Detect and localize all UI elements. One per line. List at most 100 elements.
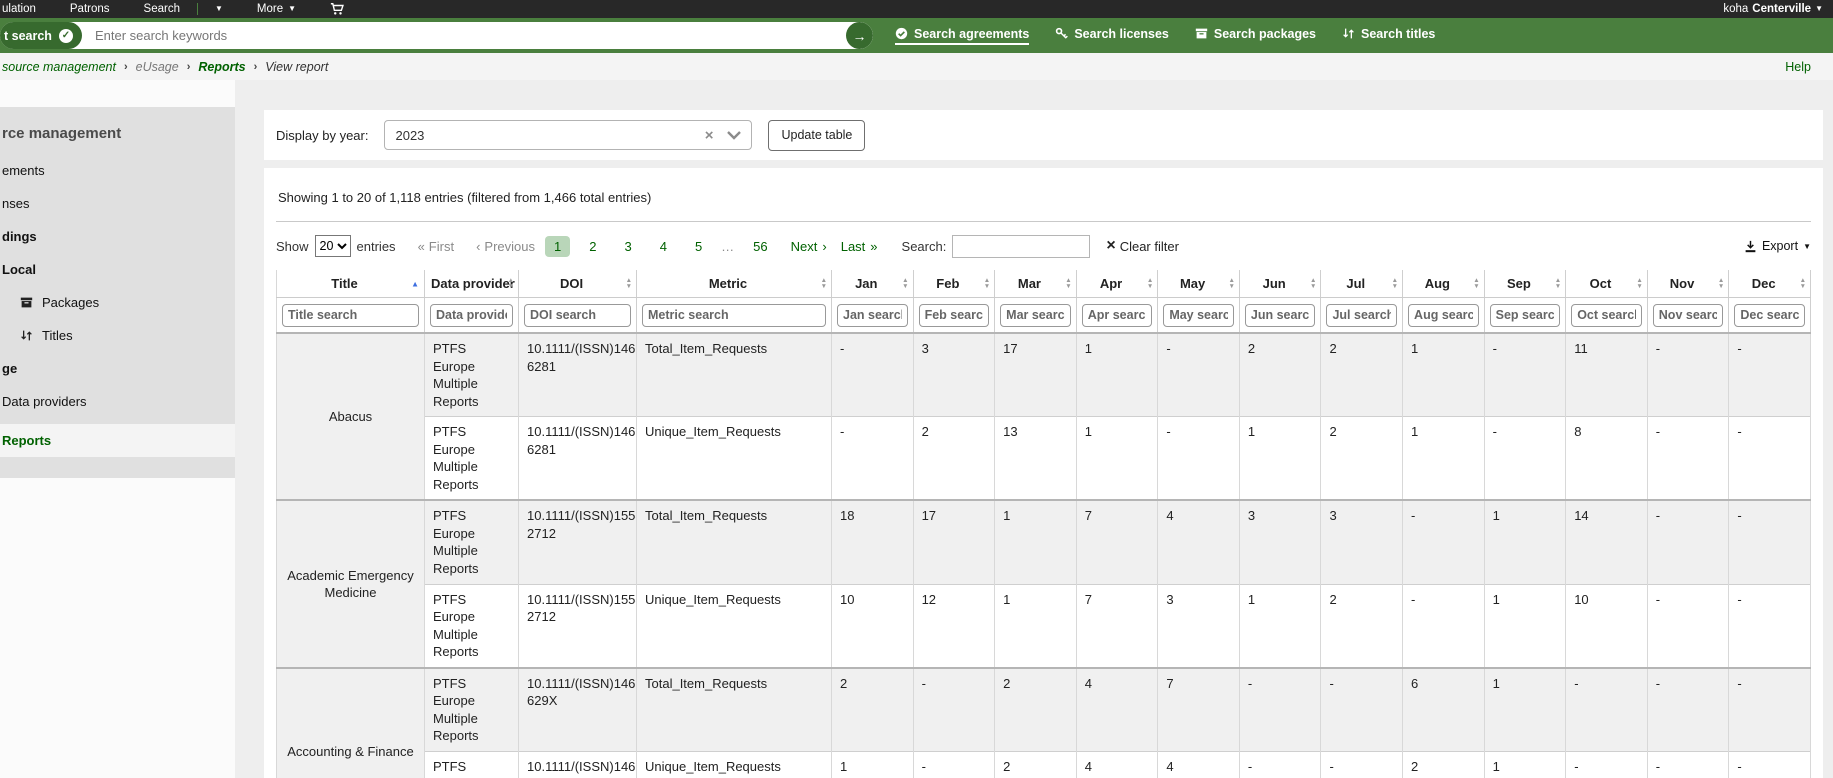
jan-filter-input[interactable] [837, 304, 908, 327]
report-table: Title▲ Data provider▲▼ DOI▲▼ Metric ▲▼ Ja… [276, 270, 1811, 778]
column-header-nov-label: Nov [1670, 276, 1695, 291]
breadcrumb-reports[interactable]: Reports [198, 60, 245, 74]
table-row: Academic Emergency Medicine PTFS Europe … [277, 500, 1811, 584]
column-header-metric[interactable]: Metric ▲▼ [637, 270, 832, 298]
column-header-title[interactable]: Title▲ [277, 270, 425, 298]
sort-icons: ▲▼ [902, 278, 908, 290]
column-header-data-provider[interactable]: Data provider▲▼ [425, 270, 519, 298]
column-header-may[interactable]: May▲▼ [1158, 270, 1240, 298]
chevron-down-icon[interactable] [727, 131, 741, 140]
doi-filter-input[interactable] [524, 304, 631, 327]
nav-item-more[interactable]: More▼ [240, 3, 313, 15]
sidebar-item-packages[interactable]: Packages [0, 286, 235, 319]
jul-filter-input[interactable] [1326, 304, 1397, 327]
oct-filter-input[interactable] [1571, 304, 1642, 327]
search-scope-toggle[interactable]: t search ✓ [0, 22, 82, 49]
cart-button[interactable] [313, 2, 361, 16]
export-button[interactable]: Export ▼ [1744, 239, 1811, 253]
data-provider-filter-input[interactable] [430, 304, 513, 327]
doi-cell: 10.1111/(ISSN)1467-629X [519, 668, 637, 752]
help-link[interactable]: Help [1785, 60, 1811, 74]
column-header-metric-label: Metric [709, 276, 747, 291]
nav-item-circulation[interactable]: ulation [0, 3, 53, 15]
double-chevron-left-icon: « [418, 239, 425, 254]
sort-icons: ▲▼ [821, 278, 827, 290]
column-header-jul[interactable]: Jul▲▼ [1321, 270, 1403, 298]
column-header-aug[interactable]: Aug▲▼ [1403, 270, 1485, 298]
sep-filter-input[interactable] [1490, 304, 1561, 327]
nov-filter-input[interactable] [1653, 304, 1724, 327]
pagination-page-2[interactable]: 2 [580, 236, 605, 257]
column-header-nov[interactable]: Nov▲▼ [1647, 270, 1729, 298]
pagination-last[interactable]: Last» [841, 239, 878, 254]
month-value-cell: - [1566, 751, 1648, 778]
nav-item-patrons[interactable]: Patrons [53, 3, 127, 15]
sort-alpha-icon [1342, 27, 1355, 40]
month-value-cell: 1 [1484, 500, 1566, 584]
search-agreements-link[interactable]: Search agreements [895, 27, 1029, 45]
dec-filter-input[interactable] [1734, 304, 1805, 327]
column-header-mar[interactable]: Mar▲▼ [995, 270, 1077, 298]
month-value-cell: - [1239, 668, 1321, 752]
breadcrumb-eresource-management[interactable]: source management [2, 60, 116, 74]
metric-filter-input[interactable] [642, 304, 826, 327]
pagination-page-56[interactable]: 56 [744, 236, 776, 257]
main-area: rce management ements nses dings Local P… [0, 80, 1833, 778]
month-value-cell: 2 [1403, 751, 1485, 778]
pagination-previous[interactable]: ‹Previous [476, 239, 535, 254]
may-filter-input[interactable] [1163, 304, 1234, 327]
column-header-jun[interactable]: Jun▲▼ [1239, 270, 1321, 298]
search-licenses-link[interactable]: Search licenses [1055, 27, 1169, 45]
column-header-jun-label: Jun [1263, 276, 1286, 291]
sidebar-item-local[interactable]: Local [0, 253, 235, 286]
aug-filter-input[interactable] [1408, 304, 1479, 327]
month-value-cell: 1 [1484, 751, 1566, 778]
month-value-cell: - [1647, 333, 1729, 417]
sidebar-item-eholdings[interactable]: dings [0, 220, 235, 253]
column-header-dec[interactable]: Dec▲▼ [1729, 270, 1811, 298]
sidebar-item-titles[interactable]: Titles [0, 319, 235, 352]
column-header-jan[interactable]: Jan▲▼ [832, 270, 914, 298]
search-dropdown-toggle[interactable]: ▼ [198, 5, 240, 13]
month-value-cell: 2 [1239, 333, 1321, 417]
pagination-page-1[interactable]: 1 [545, 236, 570, 257]
pagination-next[interactable]: Next› [791, 239, 827, 254]
mar-filter-input[interactable] [1000, 304, 1071, 327]
nav-item-search[interactable]: Search [127, 3, 197, 15]
search-submit-button[interactable]: → [846, 22, 873, 49]
pagination-page-3[interactable]: 3 [615, 236, 640, 257]
jun-filter-input[interactable] [1245, 304, 1316, 327]
clear-icon[interactable]: × [705, 128, 714, 143]
column-header-sep[interactable]: Sep▲▼ [1484, 270, 1566, 298]
entries-select[interactable]: 20 [315, 235, 351, 257]
apr-filter-input[interactable] [1082, 304, 1153, 327]
sidebar-item-eusage[interactable]: ge [0, 352, 235, 385]
sidebar-item-agreements[interactable]: ements [0, 154, 235, 187]
sidebar-item-data-providers[interactable]: Data providers [0, 385, 235, 418]
column-header-feb[interactable]: Feb▲▼ [913, 270, 995, 298]
pagination-page-5[interactable]: 5 [686, 236, 711, 257]
search-packages-link[interactable]: Search packages [1195, 27, 1316, 45]
pagination-first[interactable]: «First [418, 239, 455, 254]
month-value-cell: - [1484, 333, 1566, 417]
column-header-doi[interactable]: DOI▲▼ [519, 270, 637, 298]
feb-filter-input[interactable] [919, 304, 990, 327]
clear-filter-button[interactable]: ×Clear filter [1106, 238, 1179, 254]
month-value-cell: - [832, 417, 914, 501]
month-value-cell: - [1403, 584, 1485, 668]
pagination-page-4[interactable]: 4 [651, 236, 676, 257]
search-input[interactable] [82, 28, 846, 43]
sidebar-item-reports[interactable]: Reports [0, 424, 235, 457]
sort-icons: ▲▼ [1555, 278, 1561, 290]
column-header-apr[interactable]: Apr▲▼ [1076, 270, 1158, 298]
user-menu[interactable]: koha Centerville ▼ [1723, 3, 1823, 15]
search-titles-link[interactable]: Search titles [1342, 27, 1435, 45]
breadcrumb-eusage[interactable]: eUsage [136, 60, 179, 74]
sidebar-item-licenses[interactable]: nses [0, 187, 235, 220]
table-search-input[interactable] [952, 235, 1090, 258]
month-value-cell: - [1158, 417, 1240, 501]
title-filter-input[interactable] [282, 304, 419, 327]
year-select[interactable]: 2023 × [384, 120, 752, 150]
update-table-button[interactable]: Update table [768, 120, 865, 151]
column-header-oct[interactable]: Oct▲▼ [1566, 270, 1648, 298]
